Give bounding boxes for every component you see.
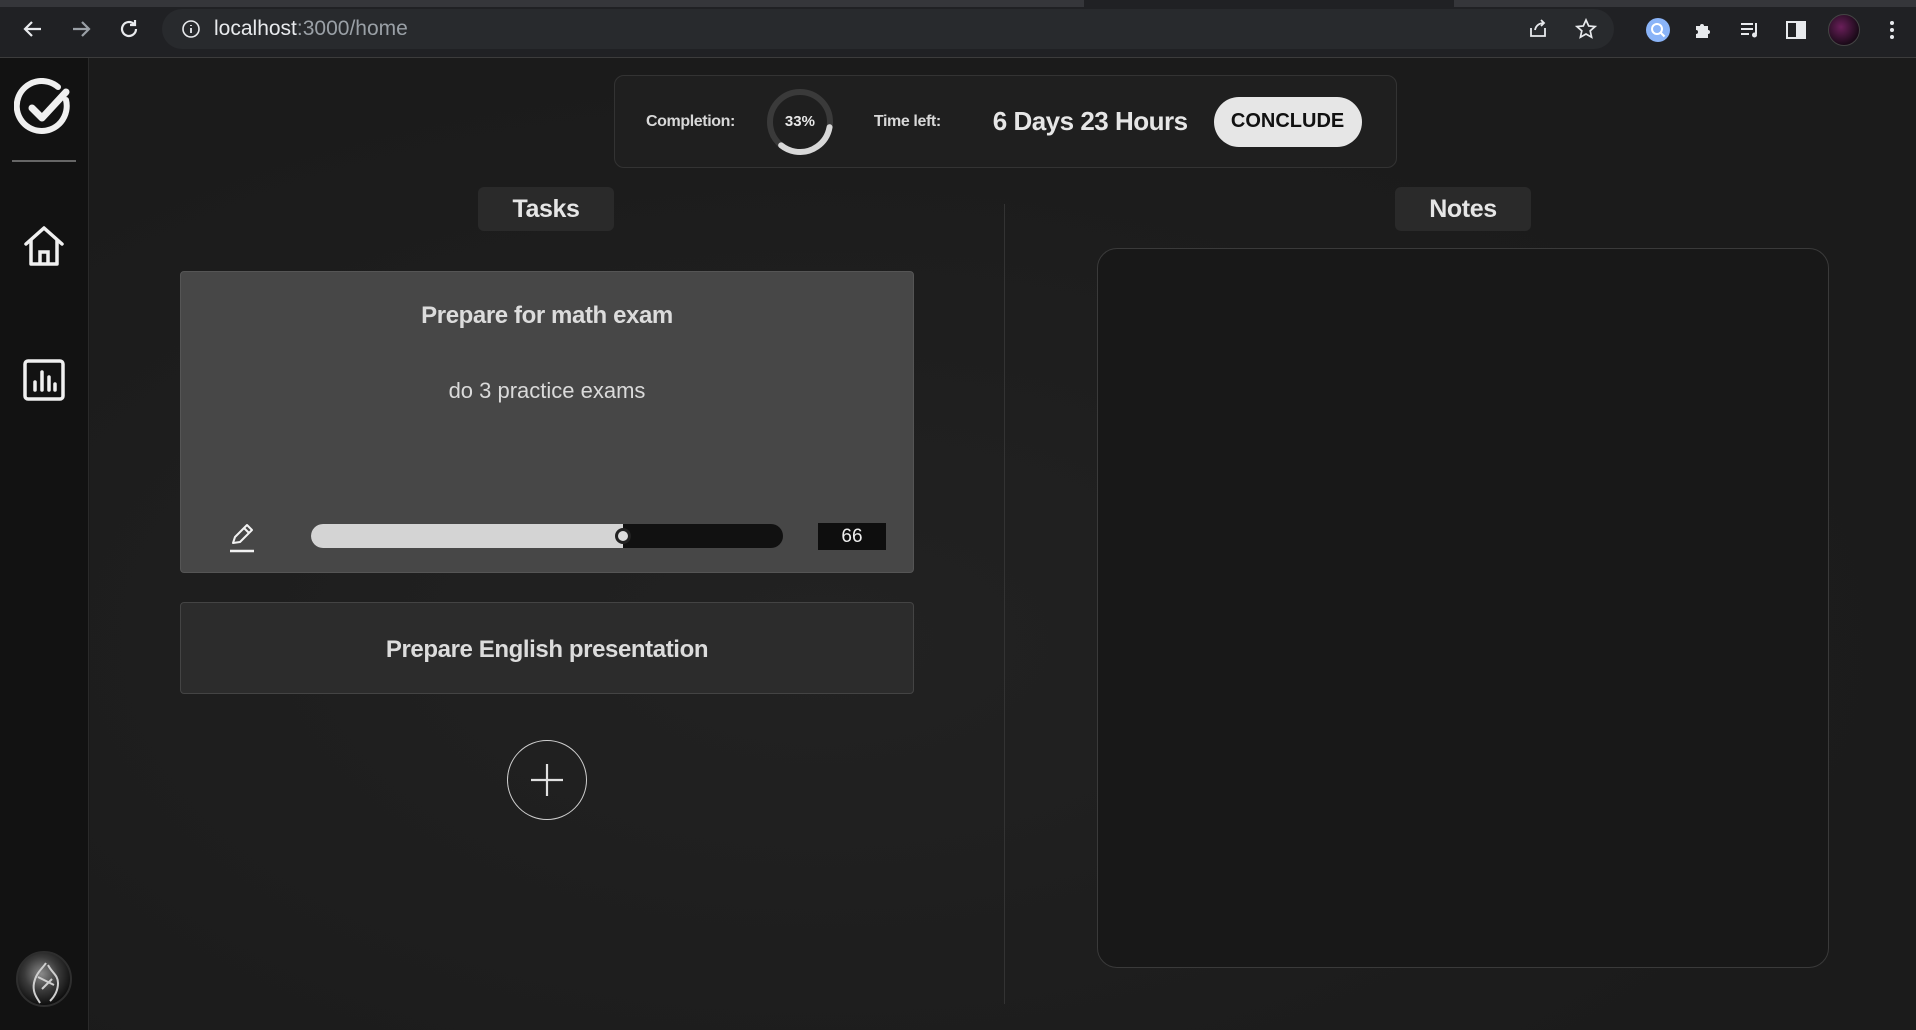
tab-strip — [0, 0, 1916, 7]
share-icon[interactable] — [1524, 15, 1552, 43]
progress-slider[interactable] — [311, 524, 783, 548]
info-icon[interactable] — [180, 18, 202, 40]
url-host: localhost — [214, 17, 297, 40]
star-icon[interactable] — [1572, 15, 1600, 43]
main-content: Completion: 33% Time left: 6 Days 23 Hou… — [90, 58, 1916, 1030]
slider-thumb[interactable] — [614, 528, 631, 544]
kebab-menu-icon[interactable] — [1878, 16, 1906, 44]
slider-fill — [311, 524, 623, 548]
back-icon[interactable] — [18, 14, 48, 44]
notes-title: Notes — [1395, 187, 1531, 231]
notes-textarea[interactable] — [1097, 248, 1829, 968]
time-left-label: Time left: — [873, 112, 941, 130]
completion-percent: 33% — [784, 113, 815, 130]
task-description: do 3 practice exams — [448, 378, 646, 403]
conclude-button[interactable]: CONCLUDE — [1213, 96, 1362, 147]
plus-icon — [531, 764, 563, 796]
completion-ring: 33% — [765, 87, 835, 157]
puzzle-icon[interactable] — [1690, 16, 1718, 44]
sidebar-divider — [12, 160, 76, 162]
task-title: Prepare English presentation — [385, 636, 709, 663]
active-tab[interactable] — [1084, 0, 1454, 7]
tasks-title: Tasks — [478, 187, 614, 231]
column-divider — [1004, 204, 1005, 1004]
task-card[interactable]: Prepare for math exam do 3 practice exam… — [180, 271, 914, 573]
bar-chart-icon[interactable] — [20, 356, 68, 404]
pencil-icon[interactable] — [227, 520, 257, 554]
progress-value[interactable]: 66 — [818, 523, 886, 550]
sidebar — [0, 58, 89, 1030]
side-panel-icon[interactable] — [1782, 16, 1810, 44]
reload-icon[interactable] — [114, 14, 144, 44]
url-text[interactable]: localhost:3000/home — [214, 17, 408, 41]
user-avatar[interactable] — [16, 951, 72, 1007]
url-path: :3000/home — [296, 17, 408, 40]
forward-icon[interactable] — [66, 14, 96, 44]
media-queue-icon[interactable] — [1736, 16, 1764, 44]
task-title: Prepare for math exam — [421, 302, 673, 329]
completion-label: Completion: — [646, 112, 735, 130]
home-icon[interactable] — [20, 222, 68, 270]
extension-search-icon[interactable] — [1644, 16, 1672, 44]
task-card[interactable]: Prepare English presentation — [180, 602, 914, 694]
time-left-value: 6 Days 23 Hours — [992, 106, 1188, 136]
progress-summary: Completion: 33% Time left: 6 Days 23 Hou… — [614, 75, 1397, 168]
check-circle-icon[interactable] — [13, 78, 74, 138]
add-task-button[interactable] — [507, 740, 587, 820]
browser-chrome: localhost:3000/home — [0, 0, 1916, 58]
address-bar[interactable]: localhost:3000/home — [162, 9, 1614, 49]
profile-avatar[interactable] — [1828, 14, 1860, 46]
